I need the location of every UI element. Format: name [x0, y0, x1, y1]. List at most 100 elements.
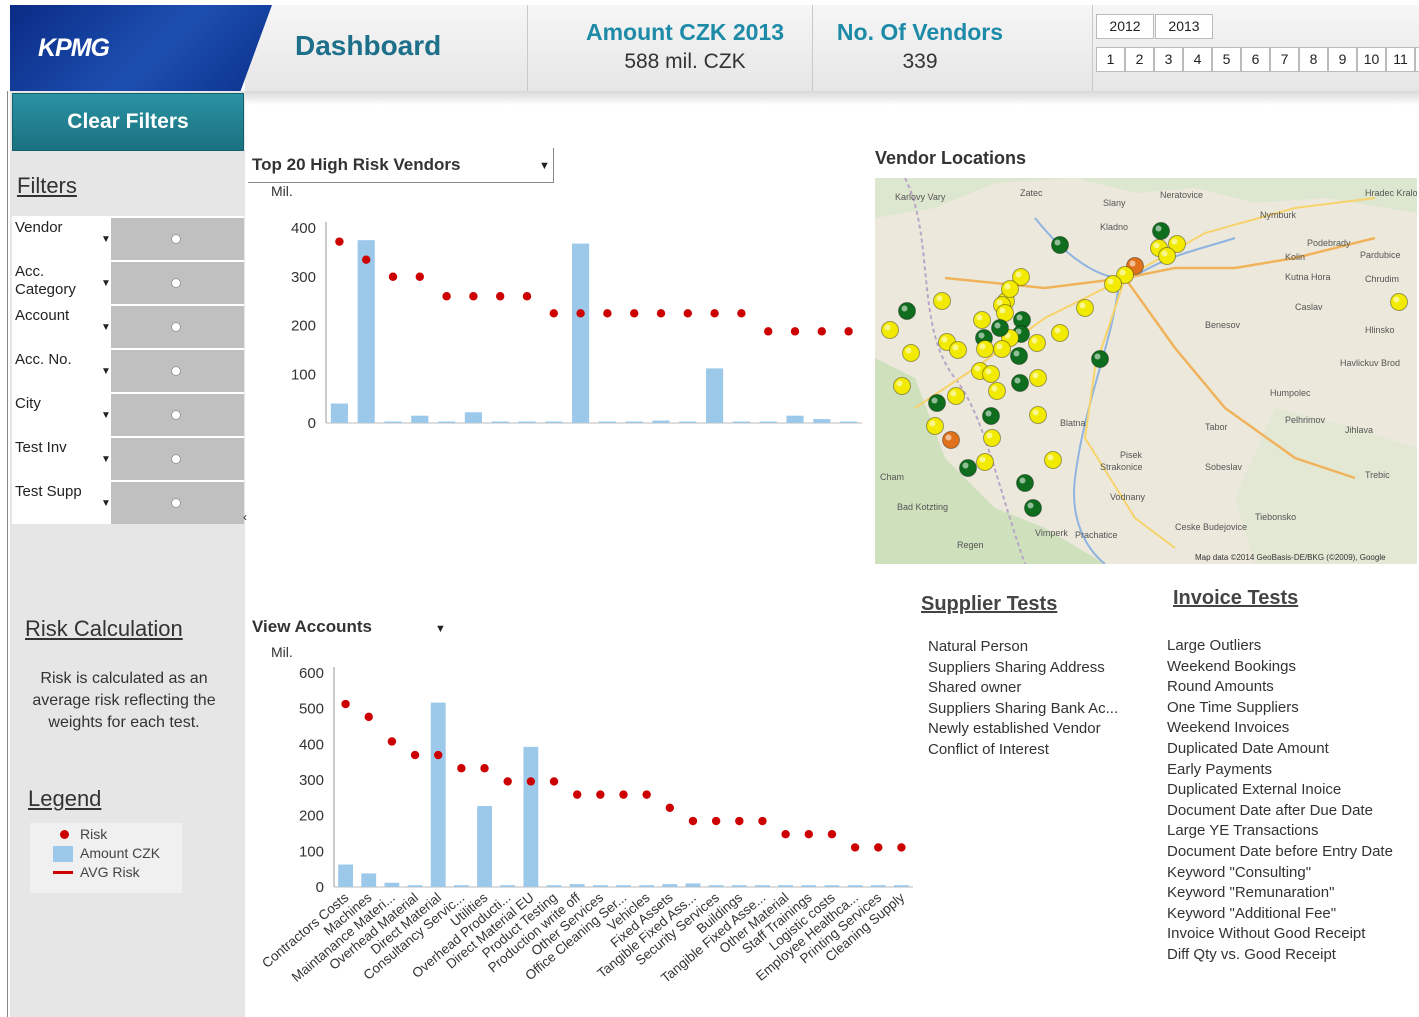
map-pin-icon[interactable]: [942, 431, 960, 449]
map-pin-icon[interactable]: [898, 302, 916, 320]
map-pin-icon[interactable]: [976, 340, 994, 358]
dropdown-arrow-icon[interactable]: ▼: [539, 160, 550, 172]
invoice-test-item[interactable]: Early Payments: [1167, 760, 1393, 781]
clear-filters-button[interactable]: Clear Filters: [12, 93, 244, 151]
supplier-test-item[interactable]: Conflict of Interest: [928, 740, 1118, 761]
invoice-test-item[interactable]: Diff Qty vs. Good Receipt: [1167, 945, 1393, 966]
map-pin-icon[interactable]: [1029, 369, 1047, 387]
map-pin-icon[interactable]: [1051, 324, 1069, 342]
filter-test-inv[interactable]: Test Inv ▼: [12, 436, 244, 480]
map-pin-icon[interactable]: [1051, 236, 1069, 254]
map-pin-icon[interactable]: [1091, 350, 1109, 368]
month-button[interactable]: 5: [1212, 47, 1241, 72]
filter-vendor[interactable]: Vendor ▼: [12, 216, 244, 260]
invoice-test-item[interactable]: Keyword "Consulting": [1167, 863, 1393, 884]
supplier-test-item[interactable]: Suppliers Sharing Bank Ac...: [928, 699, 1118, 720]
month-button[interactable]: 1: [1096, 47, 1125, 72]
month-button[interactable]: 11: [1386, 47, 1415, 72]
invoice-test-item[interactable]: Round Amounts: [1167, 677, 1393, 698]
month-button[interactable]: 12: [1415, 47, 1419, 72]
map-pin-icon[interactable]: [881, 321, 899, 339]
map-pin-icon[interactable]: [928, 394, 946, 412]
dropdown-arrow-icon[interactable]: ▼: [101, 234, 111, 245]
map-pin-icon[interactable]: [1011, 374, 1029, 392]
month-button[interactable]: 2: [1125, 47, 1154, 72]
month-button[interactable]: 6: [1241, 47, 1270, 72]
map-pin-icon[interactable]: [1152, 222, 1170, 240]
filter-value[interactable]: [111, 218, 244, 260]
map-pin-icon[interactable]: [982, 365, 1000, 383]
filter-value[interactable]: [111, 262, 244, 304]
map-pin-icon[interactable]: [982, 407, 1000, 425]
filter-value[interactable]: [111, 438, 244, 480]
invoice-test-item[interactable]: Keyword "Remunaration": [1167, 883, 1393, 904]
invoice-test-item[interactable]: Large Outliers: [1167, 636, 1393, 657]
filter-value[interactable]: [111, 306, 244, 348]
map-pin-icon[interactable]: [996, 304, 1014, 322]
filter-value[interactable]: [111, 350, 244, 392]
map-pin-icon[interactable]: [1390, 293, 1408, 311]
map-pin-icon[interactable]: [1104, 275, 1122, 293]
dropdown-arrow-icon[interactable]: ▼: [101, 410, 111, 421]
map-pin-icon[interactable]: [933, 292, 951, 310]
filter-acc-category[interactable]: Acc. Category ▼: [12, 260, 244, 304]
dropdown-arrow-icon[interactable]: ▼: [101, 366, 111, 377]
filter-city[interactable]: City ▼: [12, 392, 244, 436]
scroll-left-icon[interactable]: ‹: [243, 510, 247, 524]
invoice-test-item[interactable]: Document Date before Entry Date: [1167, 842, 1393, 863]
dropdown-arrow-icon[interactable]: ▼: [101, 322, 111, 333]
month-button[interactable]: 10: [1357, 47, 1386, 72]
invoice-test-item[interactable]: Duplicated External Inoice: [1167, 780, 1393, 801]
dropdown-arrow-icon[interactable]: ▼: [101, 278, 111, 289]
filter-value[interactable]: [111, 394, 244, 436]
month-button[interactable]: 8: [1299, 47, 1328, 72]
map-pin-icon[interactable]: [959, 459, 977, 477]
dropdown-arrow-icon[interactable]: ▼: [101, 454, 111, 465]
map-pin-icon[interactable]: [949, 341, 967, 359]
year-2012-button[interactable]: 2012: [1096, 14, 1154, 39]
map-pin-icon[interactable]: [1158, 247, 1176, 265]
map-pin-icon[interactable]: [1028, 334, 1046, 352]
dropdown-arrow-icon[interactable]: ▼: [435, 623, 446, 635]
map-pin-icon[interactable]: [902, 344, 920, 362]
map-pin-icon[interactable]: [1024, 499, 1042, 517]
supplier-test-item[interactable]: Suppliers Sharing Address: [928, 658, 1118, 679]
month-button[interactable]: 9: [1328, 47, 1357, 72]
map-pin-icon[interactable]: [1029, 406, 1047, 424]
filter-acc-no[interactable]: Acc. No. ▼: [12, 348, 244, 392]
map-pin-icon[interactable]: [893, 377, 911, 395]
vendor-map[interactable]: Karlovy Vary Zatec Slany Kladno Neratovice Ny…: [875, 178, 1417, 564]
month-button[interactable]: 4: [1183, 47, 1212, 72]
invoice-test-item[interactable]: One Time Suppliers: [1167, 698, 1393, 719]
supplier-test-item[interactable]: Natural Person: [928, 637, 1118, 658]
supplier-test-item[interactable]: Shared owner: [928, 678, 1118, 699]
supplier-test-item[interactable]: Newly established Vendor: [928, 719, 1118, 740]
map-pin-icon[interactable]: [988, 382, 1006, 400]
map-pin-icon[interactable]: [991, 319, 1009, 337]
invoice-test-item[interactable]: Weekend Invoices: [1167, 718, 1393, 739]
filter-test-supp[interactable]: Test Supp ▼: [12, 480, 244, 524]
month-button[interactable]: 3: [1154, 47, 1183, 72]
map-pin-icon[interactable]: [1016, 474, 1034, 492]
filter-account[interactable]: Account ▼: [12, 304, 244, 348]
month-button[interactable]: 7: [1270, 47, 1299, 72]
map-pin-icon[interactable]: [976, 453, 994, 471]
map-pin-icon[interactable]: [1076, 299, 1094, 317]
dropdown-arrow-icon[interactable]: ▼: [101, 498, 111, 509]
invoice-test-item[interactable]: Keyword "Additional Fee": [1167, 904, 1393, 925]
map-pin-icon[interactable]: [983, 429, 1001, 447]
map-pin-icon[interactable]: [1001, 280, 1019, 298]
invoice-test-item[interactable]: Duplicated Date Amount: [1167, 739, 1393, 760]
year-2013-button[interactable]: 2013: [1155, 14, 1213, 39]
invoice-test-item[interactable]: Invoice Without Good Receipt: [1167, 924, 1393, 945]
invoice-test-item[interactable]: Weekend Bookings: [1167, 657, 1393, 678]
map-pin-icon[interactable]: [947, 387, 965, 405]
filter-value[interactable]: [111, 482, 244, 524]
invoice-test-item[interactable]: Document Date after Due Date: [1167, 801, 1393, 822]
map-pin-icon[interactable]: [926, 417, 944, 435]
invoice-test-item[interactable]: Large YE Transactions: [1167, 821, 1393, 842]
map-pin-icon[interactable]: [973, 311, 991, 329]
map-pin-icon[interactable]: [993, 340, 1011, 358]
map-pin-icon[interactable]: [1044, 451, 1062, 469]
map-pin-icon[interactable]: [1010, 347, 1028, 365]
